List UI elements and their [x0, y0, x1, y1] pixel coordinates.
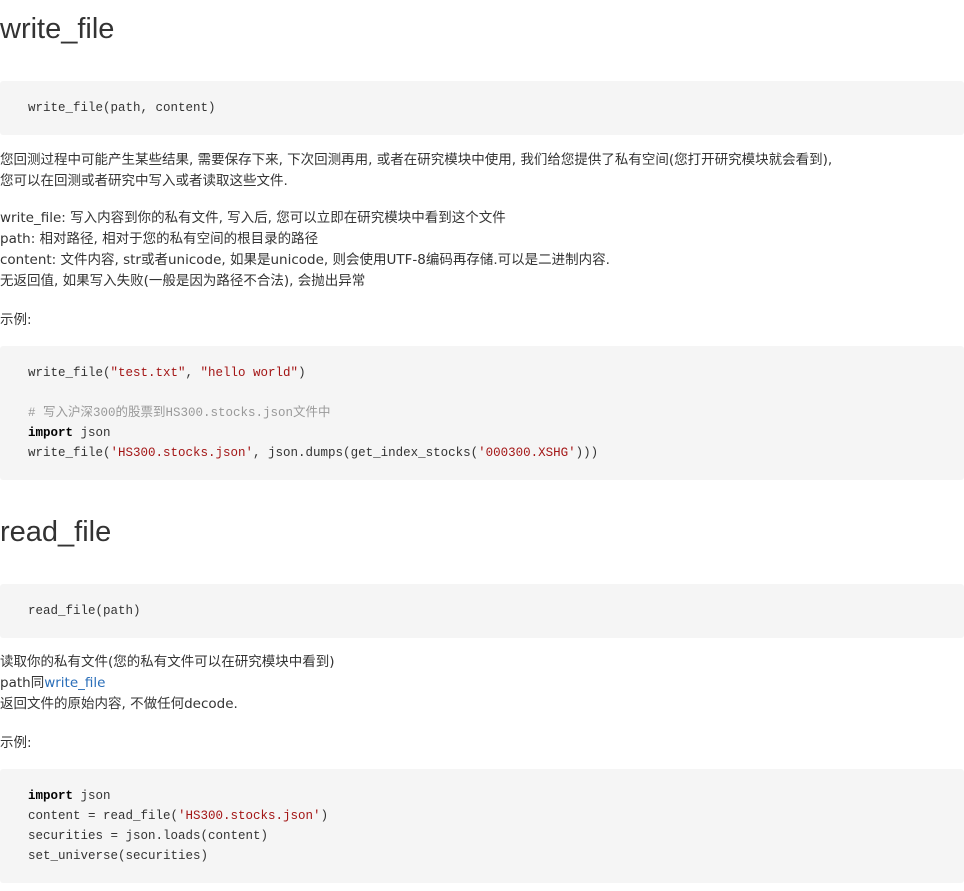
- read-desc-3: 返回文件的原始内容, 不做任何decode.: [0, 696, 238, 712]
- code-line: write_file('HS300.stocks.json', json.dum…: [28, 446, 599, 460]
- write-file-example-block: write_file("test.txt", "hello world") # …: [0, 346, 964, 480]
- signature-code: read_file(path): [28, 604, 141, 618]
- section-title-read-file: read_file: [0, 516, 112, 548]
- desc-return: 无返回值, 如果写入失败(一般是因为路径不合法), 会抛出异常: [0, 273, 366, 289]
- desc-write-file: write_file: 写入内容到你的私有文件, 写入后, 您可以立即在研究模块…: [0, 210, 506, 226]
- write-file-link[interactable]: write_file: [44, 675, 105, 691]
- signature-code: write_file(path, content): [28, 101, 216, 115]
- example-label: 示例:: [0, 312, 32, 328]
- read-desc-2: path同write_file: [0, 675, 106, 691]
- example-label: 示例:: [0, 735, 32, 751]
- code-comment: # 写入沪深300的股票到HS300.stocks.json文件中: [28, 406, 331, 420]
- intro-line-2: 您可以在回测或者研究中写入或者读取这些文件.: [0, 173, 288, 189]
- read-file-example-block: import json content = read_file('HS300.s…: [0, 769, 964, 883]
- write-file-signature-block: write_file(path, content): [0, 81, 964, 135]
- section-title-write-file: write_file: [0, 13, 115, 45]
- code-line: set_universe(securities): [28, 849, 209, 863]
- code-line: content = read_file('HS300.stocks.json'): [28, 809, 329, 823]
- code-line: securities = json.loads(content): [28, 829, 269, 843]
- code-line: import json: [28, 426, 111, 440]
- intro-line-1: 您回测过程中可能产生某些结果, 需要保存下来, 下次回测再用, 或者在研究模块中…: [0, 152, 833, 168]
- desc-path: path: 相对路径, 相对于您的私有空间的根目录的路径: [0, 231, 319, 247]
- desc-content: content: 文件内容, str或者unicode, 如果是unicode,…: [0, 252, 610, 268]
- code-line: write_file("test.txt", "hello world"): [28, 366, 306, 380]
- read-file-signature-block: read_file(path): [0, 584, 964, 638]
- read-desc-1: 读取你的私有文件(您的私有文件可以在研究模块中看到): [0, 654, 335, 670]
- code-line: import json: [28, 789, 111, 803]
